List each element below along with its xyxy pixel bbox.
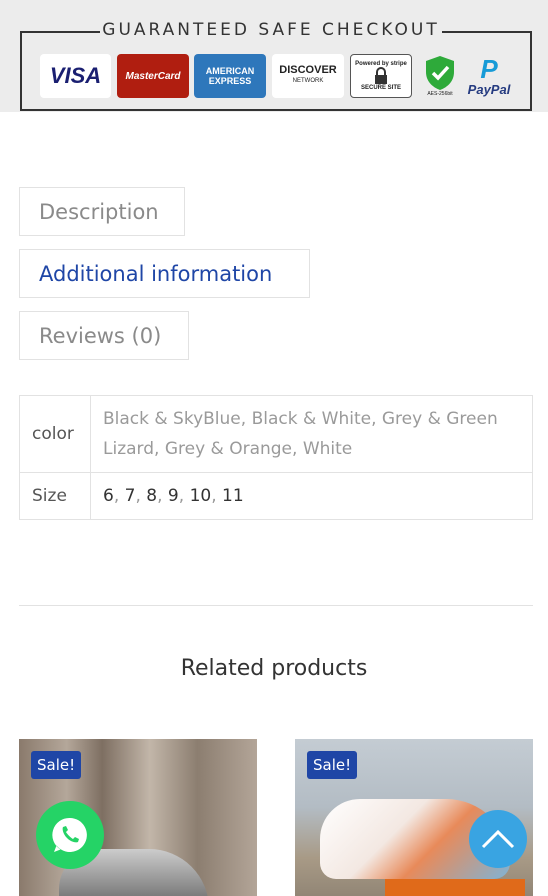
- size-values: 6, 7, 8, 9, 10, 11: [90, 472, 533, 520]
- color-label: color: [19, 395, 91, 473]
- tab-description[interactable]: Description: [19, 187, 185, 236]
- scroll-to-top-button[interactable]: [469, 810, 527, 868]
- tab-additional-information[interactable]: Additional information: [19, 249, 310, 298]
- sale-badge: Sale!: [31, 751, 82, 779]
- lock-icon: [375, 67, 387, 84]
- size-link[interactable]: 11: [222, 486, 244, 506]
- visa-text: VISA: [49, 63, 102, 88]
- size-link[interactable]: 9: [168, 486, 179, 506]
- size-link[interactable]: 8: [146, 486, 157, 506]
- discover-text: DISCOVER: [279, 64, 337, 76]
- safe-checkout-banner: GUARANTEED SAFE CHECKOUT VISA MasterCard…: [0, 0, 548, 112]
- stripe-secure-logo: Powered by stripe SECURE SITE: [350, 54, 412, 98]
- paypal-p-icon: P: [480, 53, 498, 84]
- size-link[interactable]: 10: [190, 486, 212, 506]
- section-divider: [19, 605, 533, 606]
- shield-check-icon: [426, 56, 454, 90]
- whatsapp-chat-button[interactable]: [36, 801, 104, 869]
- visa-logo: VISA: [40, 54, 111, 98]
- chevron-up-icon: [481, 829, 515, 849]
- amex-text-line1: AMERICAN: [205, 66, 255, 76]
- amex-text-line2: EXPRESS: [208, 76, 252, 86]
- aes-secure-logo: AES-256bit: [420, 54, 460, 98]
- mastercard-text: MasterCard: [125, 70, 181, 82]
- whatsapp-icon: [52, 817, 87, 852]
- related-products-title: Related products: [180, 656, 368, 681]
- discover-subtext: NETWORK: [292, 78, 324, 84]
- sale-badge: Sale!: [307, 751, 358, 779]
- size-link[interactable]: 6: [103, 486, 114, 506]
- stripe-secure-text: SECURE SITE: [360, 85, 401, 91]
- shoe-box-image: [385, 879, 525, 896]
- size-label: Size: [19, 472, 91, 520]
- size-link[interactable]: 7: [125, 486, 136, 506]
- paypal-logo: P PayPal: [464, 54, 514, 98]
- paypal-text: PayPal: [467, 81, 511, 97]
- aes-text: AES-256bit: [427, 91, 453, 97]
- amex-logo: AMERICAN EXPRESS: [194, 54, 266, 98]
- table-row: color Black & SkyBlue, Black & White, Gr…: [19, 395, 533, 473]
- mastercard-logo: MasterCard: [117, 54, 189, 98]
- checkout-title: GUARANTEED SAFE CHECKOUT: [102, 20, 440, 40]
- tab-reviews[interactable]: Reviews (0): [19, 311, 189, 360]
- additional-information-table: color Black & SkyBlue, Black & White, Gr…: [19, 395, 533, 520]
- color-value: Black & SkyBlue, Black & White, Grey & G…: [90, 395, 533, 473]
- table-row: Size 6, 7, 8, 9, 10, 11: [19, 472, 533, 520]
- discover-logo: DISCOVER NETWORK: [272, 54, 344, 98]
